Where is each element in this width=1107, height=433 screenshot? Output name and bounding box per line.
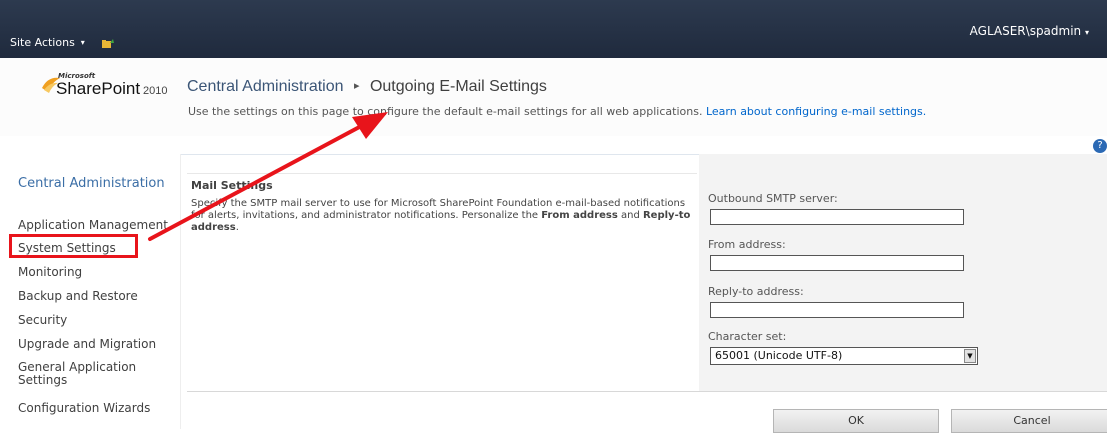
section-title: Mail Settings — [191, 179, 273, 192]
dropdown-arrow-icon[interactable]: ▼ — [964, 349, 976, 363]
button-row-divider — [187, 391, 1107, 392]
nav-item-upgrade-and-migration[interactable]: Upgrade and Migration — [18, 337, 156, 351]
chevron-down-icon: ▾ — [80, 38, 85, 47]
page-title: Outgoing E-Mail Settings — [369, 78, 547, 95]
ok-button[interactable]: OK — [773, 409, 939, 433]
character-set-select[interactable]: 65001 (Unicode UTF-8) ▼ — [710, 347, 978, 365]
nav-item-monitoring[interactable]: Monitoring — [18, 265, 82, 279]
logo-product-text: SharePoint — [56, 79, 141, 98]
logo-year-text: 2010 — [143, 85, 168, 97]
section-description: Specify the SMTP mail server to use for … — [191, 198, 691, 234]
nav-item-general-application-settings[interactable]: General Application Settings — [18, 361, 158, 387]
user-name: AGLASER\spadmin — [969, 24, 1082, 38]
help-icon[interactable]: ? — [1093, 139, 1107, 153]
annotation-highlight-box — [9, 234, 138, 258]
title-divider-strip: ? — [0, 136, 1107, 155]
nav-item-backup-and-restore[interactable]: Backup and Restore — [18, 289, 138, 303]
cancel-button[interactable]: Cancel — [951, 409, 1107, 433]
from-address-input[interactable] — [710, 255, 964, 271]
title-area: Microsoft SharePoint 2010 Central Admini… — [0, 58, 1107, 137]
from-address-label: From address: — [708, 238, 786, 251]
smtp-server-input[interactable] — [710, 209, 964, 225]
user-menu[interactable]: AGLASER\spadmin ▾ — [970, 24, 1089, 38]
mail-settings-form: Outbound SMTP server: From address: Repl… — [699, 154, 1107, 392]
nav-item-configuration-wizards[interactable]: Configuration Wizards — [18, 401, 150, 415]
navigate-up-icon[interactable] — [101, 37, 115, 49]
character-set-value: 65001 (Unicode UTF-8) — [715, 349, 843, 362]
reply-to-address-input[interactable] — [710, 302, 964, 318]
nav-item-application-management[interactable]: Application Management — [18, 218, 168, 232]
mail-settings-section: Mail Settings Specify the SMTP mail serv… — [187, 173, 697, 394]
sharepoint-logo[interactable]: Microsoft SharePoint 2010 — [40, 72, 180, 112]
from-address-term: From address — [541, 210, 618, 221]
quick-launch: Central Administration Application Manag… — [0, 154, 180, 429]
breadcrumb-root-link[interactable]: Central Administration — [187, 78, 344, 95]
site-actions-label: Site Actions — [10, 36, 75, 49]
quick-launch-heading[interactable]: Central Administration — [18, 176, 168, 191]
character-set-label: Character set: — [708, 330, 787, 343]
chevron-down-icon: ▾ — [1084, 28, 1089, 37]
nav-item-security[interactable]: Security — [18, 313, 67, 327]
site-actions-menu[interactable]: Site Actions ▾ — [10, 36, 115, 49]
page-description-text: Use the settings on this page to configu… — [188, 105, 703, 118]
main-content: Mail Settings Specify the SMTP mail serv… — [180, 154, 1107, 433]
page-description: Use the settings on this page to configu… — [188, 105, 926, 118]
conjunction-text: and — [617, 210, 643, 221]
period-text: . — [235, 222, 239, 233]
breadcrumb: Central Administration ▸ Outgoing E-Mail… — [187, 78, 547, 96]
learn-more-link[interactable]: Learn about configuring e-mail settings. — [706, 105, 926, 118]
breadcrumb-separator-icon: ▸ — [353, 80, 360, 92]
top-ribbon: Site Actions ▾ AGLASER\spadmin ▾ — [0, 0, 1107, 58]
reply-to-address-label: Reply-to address: — [708, 285, 804, 298]
smtp-server-label: Outbound SMTP server: — [708, 192, 838, 205]
